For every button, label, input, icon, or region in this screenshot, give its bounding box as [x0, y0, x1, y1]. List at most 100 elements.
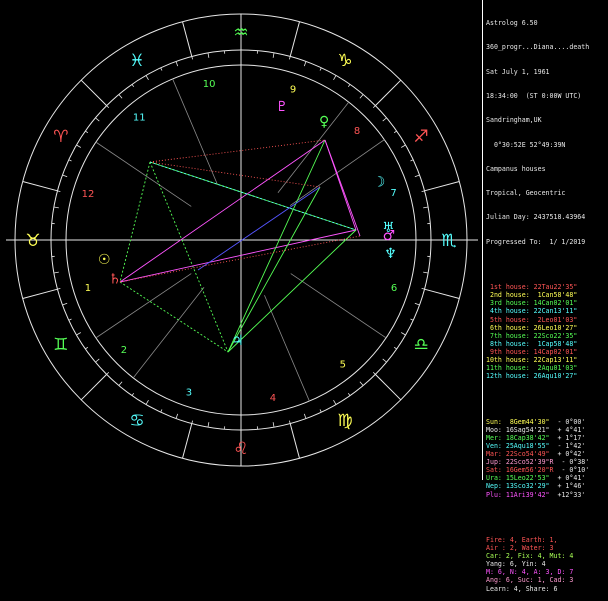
degree-tick — [62, 175, 67, 177]
degree-tick — [76, 333, 80, 336]
moon-icon: ☽ — [373, 174, 386, 190]
degree-tick — [176, 61, 178, 66]
degree-tick — [85, 347, 87, 349]
sign-division-line — [81, 80, 106, 105]
planet-row: Plu: 11Ari39'42" +12°33' — [486, 491, 606, 499]
degree-tick — [423, 272, 428, 273]
element-summary-row: Air : 2, Water: 3 — [486, 544, 606, 552]
degree-tick — [69, 160, 72, 161]
planet-row: Moo: 16Sag54'21" + 4°41' — [486, 426, 606, 434]
sign-division-line — [425, 182, 460, 191]
house-cusp-row: 7th house: 22Sco22'35" — [486, 332, 606, 340]
degree-tick — [146, 400, 149, 404]
chart-name: 360_progr...Diana....death — [486, 43, 606, 51]
degree-tick — [422, 288, 425, 289]
degree-tick — [289, 56, 290, 59]
house-number: 12 — [82, 189, 95, 200]
element-summary-row: Ang: 6, Suc: 1, Cad: 3 — [486, 576, 606, 584]
degree-tick — [192, 421, 193, 424]
degree-tick — [146, 75, 149, 79]
sun-icon: ☉ — [98, 252, 111, 268]
degree-tick — [54, 272, 59, 273]
house-cusp-row: 12th house: 26Aqu10'27" — [486, 372, 606, 380]
aspect-line — [325, 140, 356, 230]
zodiac-sign-icon: ♍ — [337, 411, 352, 431]
house-system: Campanus houses — [486, 165, 606, 173]
sign-division-line — [81, 374, 106, 399]
sign-division-line — [375, 374, 400, 399]
element-summary-row: Learn: 4, Share: 6 — [486, 585, 606, 593]
degree-tick — [62, 303, 67, 305]
sign-division-line — [425, 289, 460, 298]
zodiac-sign-icon: ♉ — [25, 231, 40, 251]
degree-tick — [348, 393, 350, 395]
house-cusp-row: 9th house: 14Cap02'01" — [486, 348, 606, 356]
planet-row: Ven: 25Aqu18'55" - 1°42' — [486, 442, 606, 450]
degree-tick — [304, 414, 306, 419]
planet-row: Mer: 18Cap38'42" + 1°17' — [486, 434, 606, 442]
degree-tick — [208, 422, 209, 427]
info-panel: Astrolog 6.50 360_progr...Diana....death… — [486, 3, 606, 601]
degree-tick — [410, 319, 413, 320]
aspect-line — [150, 162, 320, 187]
degree-tick — [69, 319, 72, 320]
house-number: 5 — [340, 359, 346, 370]
house-cusp-list: 1st house: 22Tau22'35" 2nd house: 1Can58… — [486, 283, 606, 380]
degree-tick — [76, 145, 80, 148]
planet-row: Jup: 22Sco52'39"R - 0°38' — [486, 458, 606, 466]
degree-tick — [415, 303, 420, 305]
degree-tick — [373, 106, 375, 108]
jupiter-icon: ♃ — [231, 333, 244, 349]
planet-row: Sat: 16Gem56'20"R - 0°10' — [486, 466, 606, 474]
element-summary-row: Yang: 6, Yin: 4 — [486, 560, 606, 568]
zodiac-sign-icon: ♓ — [129, 51, 144, 71]
aspect-line — [198, 187, 320, 270]
degree-tick — [132, 84, 134, 86]
degree-tick — [401, 145, 405, 148]
sign-division-line — [183, 424, 192, 459]
venus-icon: ♀ — [319, 114, 329, 130]
house-cusp-line — [96, 142, 191, 206]
chart-time: 18:34:00 (ST 0:00W UTC) — [486, 92, 606, 100]
zodiac-sign-icon: ♑ — [337, 51, 352, 71]
degree-tick — [54, 207, 59, 208]
chart-place: Sandringham,UK — [486, 116, 606, 124]
degree-tick — [373, 372, 375, 374]
planet-row: Ura: 15Leo22'53" + 0°41' — [486, 474, 606, 482]
degree-tick — [119, 382, 122, 386]
house-cusp-row: 1st house: 22Tau22'35" — [486, 283, 606, 291]
aspect-line — [120, 282, 228, 352]
degree-tick — [334, 75, 337, 79]
degree-tick — [348, 84, 350, 86]
degree-tick — [273, 53, 274, 58]
degree-tick — [119, 94, 122, 98]
degree-tick — [57, 191, 60, 192]
degree-tick — [273, 422, 274, 427]
panel-divider — [482, 0, 483, 480]
pluto-icon: ♇ — [276, 99, 289, 115]
degree-tick — [107, 106, 109, 108]
degree-tick — [423, 207, 428, 208]
house-number: 3 — [186, 387, 192, 398]
zodiac-sign-icon: ♋ — [129, 411, 144, 431]
saturn-icon: ♄ — [108, 272, 121, 288]
planet-list: Sun: 8Gem44'30" - 0°00'Moo: 16Sag54'21" … — [486, 418, 606, 499]
house-number: 8 — [354, 126, 360, 137]
degree-tick — [334, 400, 337, 404]
degree-tick — [161, 409, 162, 412]
planet-glyphs: ☉♄♃♀♇☽♂♆♅ — [98, 99, 397, 349]
aspect-line — [120, 140, 325, 282]
chart-date: Sat July 1, 1961 — [486, 68, 606, 76]
zodiac-sign-icon: ♒ — [233, 23, 248, 43]
degree-tick — [176, 414, 178, 419]
degree-tick — [289, 421, 290, 424]
app-title: Astrolog 6.50 — [486, 19, 606, 27]
degree-tick — [107, 372, 109, 374]
house-number: 9 — [290, 85, 296, 96]
degree-tick — [132, 393, 134, 395]
degree-tick — [360, 382, 363, 386]
house-cusp-row: 2nd house: 1Can58'48" — [486, 291, 606, 299]
zodiac-sign-icon: ♐ — [414, 127, 429, 147]
degree-tick — [192, 56, 193, 59]
sign-division-line — [183, 22, 192, 57]
